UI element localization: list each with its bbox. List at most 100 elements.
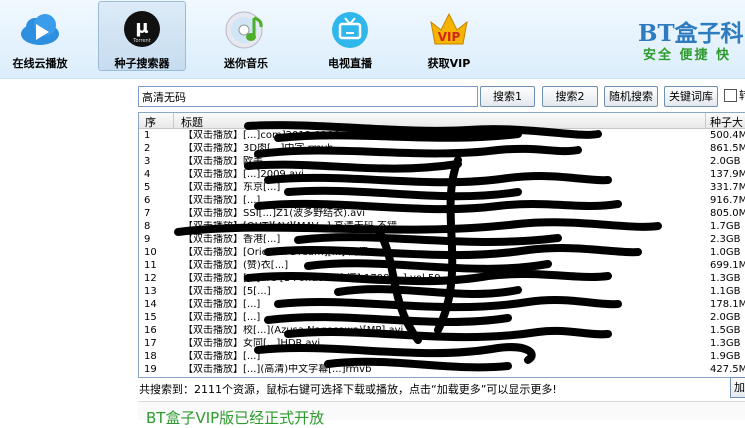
row-index: 7 [144,208,151,219]
table-row[interactable]: 12 【双击播放】[...]are [1 Pondo 一本道] 1798[...]… [139,273,745,285]
table-row[interactable]: 9 【双击播放】香港[...] 2.3GB [139,234,745,246]
row-index: 10 [144,247,157,258]
row-size: 2.0GB [710,156,741,167]
brand-title: BT盒子科 [638,20,744,47]
row-size: 1.0GB [710,247,741,258]
row-size: 916.7M [710,195,745,206]
column-header-title[interactable]: 标题 [181,114,203,130]
row-index: 1 [144,130,151,141]
option-checkbox-label: 转 [739,89,745,102]
row-title: 【双击播放】(赞)衣[...] [183,260,289,271]
table-row[interactable]: 2 【双击播放】3D肉[...]中字.rmvb 861.5M [139,143,745,155]
row-index: 16 [144,325,157,336]
table-row[interactable]: 6 【双击播放】[...] 916.7M [139,195,745,207]
row-size: 427.5M [710,364,745,375]
row-index: 19 [144,364,157,375]
toolbar-label: 获取VIP [427,57,471,70]
row-title: 【双击播放】[...] [183,351,261,362]
row-index: 18 [144,351,157,362]
option-checkbox[interactable] [724,89,737,102]
row-title: 【双击播放】[...] [183,312,261,323]
table-row[interactable]: 19 【双击播放】[...](高清)中文字幕[...]rmvb 427.5M [139,364,745,376]
row-index: 17 [144,338,157,349]
toolbar-cloud-play-button[interactable]: 在线云播放 [0,2,83,70]
row-title: 【双击播放】[...]com]2013 0106 一路向西[...]中字】[无码… [183,130,505,141]
toolbar-tv-live-button[interactable]: 电视直播 [307,2,393,70]
table-row[interactable]: 5 【双击播放】东京[...] 331.7M [139,182,745,194]
tv-icon [332,12,368,48]
row-index: 11 [144,260,157,271]
search2-button[interactable]: 搜索2 [542,86,598,107]
toolbar-mini-music-button[interactable]: 迷你音乐 [203,2,289,70]
row-index: 2 [144,143,151,154]
brand-slogan: 安全 便捷 快 [643,48,732,63]
row-index: 15 [144,312,157,323]
row-size: 2.0GB [710,312,741,323]
row-size: 137.9M [710,169,745,180]
row-title: 【双击播放】女同[...]HDR.avi [183,338,321,349]
notice-bar: BT盒子VIP版已经正式开放 [138,401,745,427]
toolbar-label: 种子搜索器 [114,57,170,70]
row-size: 2.3GB [710,234,741,245]
row-index: 8 [144,221,151,232]
row-size: 861.5M [710,143,745,154]
row-size: 1.1GB [710,286,741,297]
table-row[interactable]: 3 【双击播放】欧美 2.0GB [139,156,745,168]
row-index: 14 [144,299,157,310]
torrent-search-icon: μ Torrent [124,11,160,47]
row-size: 699.1M [710,260,745,271]
search1-button[interactable]: 搜索1 [480,86,535,107]
table-row[interactable]: 18 【双击播放】[...] 1.9GB [139,351,745,363]
row-index: 6 [144,195,151,206]
vip-icon-text: VIP [438,30,461,44]
column-header-size[interactable]: 种子大 [710,114,743,130]
torrent-icon-glyph: μ [135,17,148,38]
random-search-button[interactable]: 随机搜索 [604,86,658,107]
table-row[interactable]: 7 【双击播放】SSI[...]Z1(波多野结衣).avi 805.0M [139,208,745,220]
row-title: 【双击播放】[5[...] [183,286,271,297]
row-title: 【双击播放】[...]are [1 Pondo 一本道] 1798[...] v… [183,273,451,284]
toolbar-label: 电视直播 [328,57,372,70]
vip-crown-icon: VIP [430,12,468,45]
toolbar-label: 在线云播放 [12,57,68,70]
column-header-index[interactable]: 序 [145,114,156,130]
notice-text: BT盒子VIP版已经正式开放 [146,409,325,427]
row-size: 1.3GB [710,273,741,284]
row-title: 【双击播放】[...]2009.avi [183,169,304,180]
keyword-library-button[interactable]: 关键词库 [664,86,718,107]
row-size: 1.9GB [710,351,741,362]
search-input[interactable] [138,86,478,107]
table-row[interactable]: 11 【双击播放】(赞)衣[...] 699.1M [139,260,745,272]
load-more-button[interactable]: 加 [730,377,745,398]
row-index: 13 [144,286,157,297]
toolbar-get-vip-button[interactable]: VIP 获取VIP [406,2,492,70]
row-title: 【双击播放】[OUT][AV][MAV...] 高清无码 不错 [183,221,398,232]
row-title: 【双击播放】香港[...] [183,234,281,245]
row-index: 4 [144,169,151,180]
table-row[interactable]: 10 【双击播放】[Oriental Dream][...] 高清... 1.0GB [139,247,745,259]
table-row[interactable]: 4 【双击播放】[...]2009.avi 137.9M [139,169,745,181]
row-size: 1.3GB [710,338,741,349]
row-title: 【双击播放】[Oriental Dream][...] 高清... [183,247,378,258]
table-row[interactable]: 13 【双击播放】[5[...] 1.1GB [139,286,745,298]
cloud-play-icon [21,14,59,45]
table-row[interactable]: 16 【双击播放】校[...](Azusa Nagasawa)[MP].avi 1.… [139,325,745,337]
table-row[interactable]: 14 【双击播放】[...] 178.1M [139,299,745,311]
table-row[interactable]: 1 【双击播放】[...]com]2013 0106 一路向西[...]中字】[无… [139,130,745,142]
results-table[interactable]: 序 标题 种子大 1 【双击播放】[...]com]2013 0106 一路向西[… [138,112,745,378]
table-row[interactable]: 15 【双击播放】[...] 2.0GB [139,312,745,324]
row-size: 1.7GB [710,221,741,232]
cd-music-icon [225,11,263,49]
row-title: 【双击播放】3D肉[...]中字.rmvb [183,143,334,154]
toolbar-label: 迷你音乐 [224,57,268,70]
table-row[interactable]: 8 【双击播放】[OUT][AV][MAV...] 高清无码 不错 1.7GB [139,221,745,233]
toolbar-torrent-search-button[interactable]: μ Torrent 种子搜索器 [98,1,186,71]
row-title: 【双击播放】SSI[...]Z1(波多野结衣).avi [183,208,366,219]
table-row[interactable]: 17 【双击播放】女同[...]HDR.avi 1.3GB [139,338,745,350]
row-title: 【双击播放】[...] [183,299,261,310]
row-title: 【双击播放】欧美 [183,156,263,167]
row-title: 【双击播放】东京[...] [183,182,281,193]
torrent-icon-caption: Torrent [132,38,150,44]
row-index: 5 [144,182,151,193]
main-toolbar: 在线云播放 μ Torrent 种子搜索器 迷你音乐 电视直播 VIP 获取VI… [0,0,745,79]
